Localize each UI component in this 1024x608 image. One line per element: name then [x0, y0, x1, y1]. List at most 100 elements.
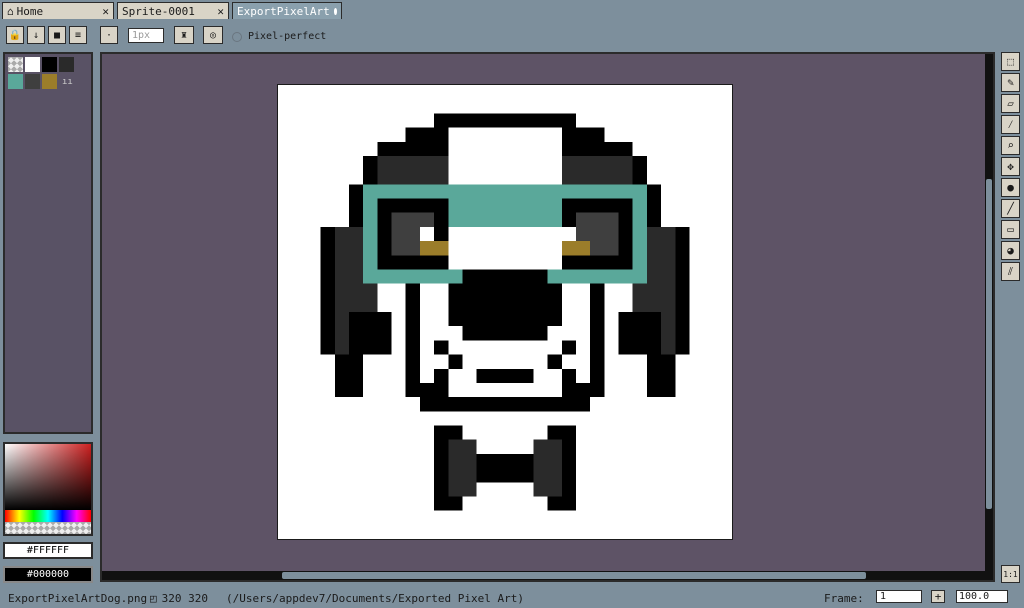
line-icon[interactable]: ╱: [1001, 199, 1020, 218]
tab-label: Home: [16, 4, 44, 18]
tab-label: ExportPixelArt: [237, 4, 330, 18]
tab-label: Sprite-0001: [122, 4, 195, 18]
status-filename: ExportPixelArtDog.png: [8, 591, 148, 605]
pixel: [348, 312, 392, 355]
left-eye: [419, 241, 449, 256]
pixel-perfect-label: Pixel-perfect: [248, 31, 327, 42]
blur-icon[interactable]: ◕: [1001, 241, 1020, 260]
chin: [448, 397, 562, 412]
status-path: (/Users/appdev7/Documents/Exported Pixel…: [226, 591, 525, 605]
marquee-icon[interactable]: ⬚: [1001, 52, 1020, 71]
pixel: [448, 439, 477, 497]
home-icon: ⌂: [7, 4, 14, 18]
glasses-bridge: [448, 198, 562, 227]
vertical-scroll-thumb[interactable]: [986, 179, 992, 509]
saturation-value-area[interactable]: [5, 444, 91, 510]
zoom-input[interactable]: 100.0: [956, 590, 1008, 603]
horizontal-scroll-thumb[interactable]: [282, 572, 866, 579]
pixel: [419, 382, 449, 412]
palette-swatch[interactable]: [25, 57, 40, 72]
pixel-perfect-checkbox[interactable]: [232, 31, 242, 42]
palette-swatch[interactable]: [59, 57, 74, 72]
pixel-perfect-toggle[interactable]: Pixel-perfect: [232, 31, 326, 42]
ink-icon[interactable]: ♜: [174, 26, 194, 44]
pixel: [434, 368, 449, 383]
add-frame-button[interactable]: +: [931, 590, 945, 603]
pixel: [363, 269, 463, 284]
brush-size-input[interactable]: 1px: [128, 28, 164, 43]
palette-swatch[interactable]: [25, 74, 40, 89]
pixel: [363, 155, 378, 185]
tab-bar: ⌂ Home ✕ Sprite-0001 ✕ ExportPixelArt: [0, 0, 1024, 20]
palette-swatch-transparent[interactable]: [8, 57, 23, 72]
alpha-slider[interactable]: [5, 522, 91, 534]
pixel: [434, 340, 449, 355]
sprite-canvas[interactable]: [277, 84, 733, 540]
spray-icon[interactable]: ⫽: [1001, 262, 1020, 281]
pixel-art-dog: [320, 113, 690, 511]
palette-swatch[interactable]: [42, 74, 57, 89]
background-color-button[interactable]: #000000: [3, 566, 93, 583]
status-bar: ExportPixelArtDog.png ◰ 320 320 (/Users/…: [0, 588, 1024, 608]
palette-panel: ıı: [3, 52, 93, 434]
arrow-down-icon[interactable]: ↓: [27, 26, 45, 44]
canvas-area[interactable]: [100, 52, 995, 582]
close-icon[interactable]: ✕: [102, 5, 109, 18]
pixel: [618, 312, 662, 355]
bowtie-knot: [476, 453, 534, 483]
head-top: [434, 113, 576, 128]
pixel: [533, 439, 562, 497]
frame-input[interactable]: 1: [876, 590, 922, 603]
pixel: [547, 354, 562, 369]
hue-slider[interactable]: [5, 510, 91, 522]
tool-bar: ⬚ ✎ ▱ ⁄ ⌕ ✥ ● ╱ ▭ ◕ ⫽: [1001, 52, 1022, 283]
eyedropper-icon[interactable]: ⁄: [1001, 115, 1020, 134]
pixel: [405, 283, 420, 398]
zoom-reset-button[interactable]: 1:1: [1001, 565, 1020, 583]
context-toolbar: 🔒 ↓ ■ ≡ · 1px ♜ ◎ Pixel-perfect: [0, 22, 1024, 50]
pixel: [632, 155, 647, 185]
status-dimensions-group: ◰ 320 320: [150, 592, 208, 605]
zoom-icon[interactable]: ⌕: [1001, 136, 1020, 155]
eraser-icon[interactable]: ▱: [1001, 94, 1020, 113]
pixel: [646, 354, 676, 398]
move-icon[interactable]: ✥: [1001, 157, 1020, 176]
pixel: [561, 368, 576, 383]
pixel: [462, 326, 548, 341]
pixel: [675, 226, 690, 355]
vertical-scrollbar[interactable]: [985, 54, 993, 580]
tab-sprite[interactable]: Sprite-0001 ✕: [117, 2, 229, 19]
menu-icon[interactable]: ≡: [69, 26, 87, 44]
close-icon[interactable]: ✕: [217, 5, 224, 18]
color-picker[interactable]: [3, 442, 93, 536]
tab-home[interactable]: ⌂ Home ✕: [2, 2, 114, 19]
frame-label: Frame:: [824, 591, 864, 605]
palette-swatch[interactable]: [8, 74, 23, 89]
pixel: [320, 226, 335, 355]
canvas-size-icon: ◰: [150, 591, 157, 605]
mouth: [476, 368, 534, 383]
pixel: [561, 382, 591, 412]
horizontal-scrollbar[interactable]: [102, 571, 993, 580]
rectangle-icon[interactable]: ▭: [1001, 220, 1020, 239]
tab-export[interactable]: ExportPixelArt: [232, 2, 342, 19]
foreground-color-button[interactable]: #FFFFFF: [3, 542, 93, 559]
nose: [462, 269, 548, 284]
lock-icon[interactable]: 🔒: [6, 26, 24, 44]
pixel: [547, 269, 647, 284]
pixel: [448, 354, 463, 369]
pixel: [561, 340, 576, 355]
save-icon[interactable]: ■: [48, 26, 66, 44]
right-eye-shine: [561, 226, 576, 242]
pixel: [448, 283, 562, 327]
pixel: [590, 283, 605, 398]
brush-type-icon[interactable]: ·: [100, 26, 118, 44]
pencil-icon[interactable]: ✎: [1001, 73, 1020, 92]
modified-dot-icon: [333, 7, 337, 15]
left-eye-shine: [419, 226, 435, 242]
palette-swatch[interactable]: [42, 57, 57, 72]
right-eye: [561, 241, 591, 256]
palette-resize-handle[interactable]: ıı: [62, 77, 73, 87]
zoom-tool-icon[interactable]: ◎: [203, 26, 223, 44]
fill-icon[interactable]: ●: [1001, 178, 1020, 197]
